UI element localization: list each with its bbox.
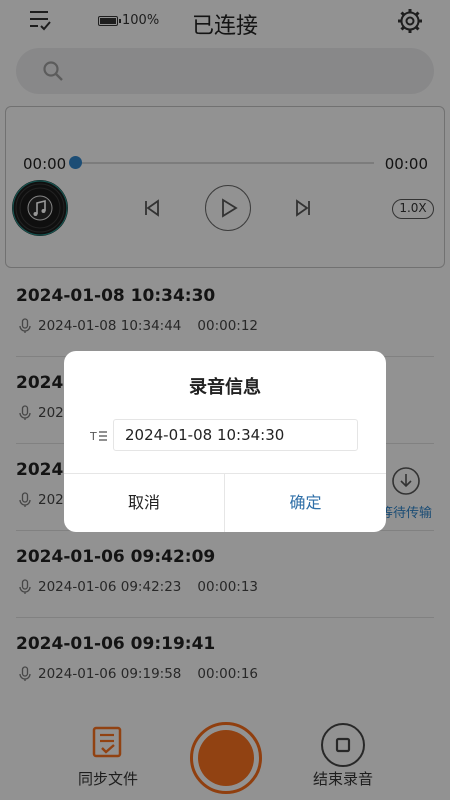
confirm-button[interactable]: 确定: [225, 474, 386, 532]
dialog-title: 录音信息: [189, 377, 261, 398]
cancel-button[interactable]: 取消: [64, 474, 224, 532]
svg-text:T: T: [90, 430, 97, 443]
recording-name-input[interactable]: 2024-01-08 10:34:30: [113, 419, 358, 451]
text-field-icon: T: [90, 430, 107, 443]
recording-info-dialog: 录音信息 T 2024-01-08 10:34:30 取消 确定: [64, 351, 386, 532]
